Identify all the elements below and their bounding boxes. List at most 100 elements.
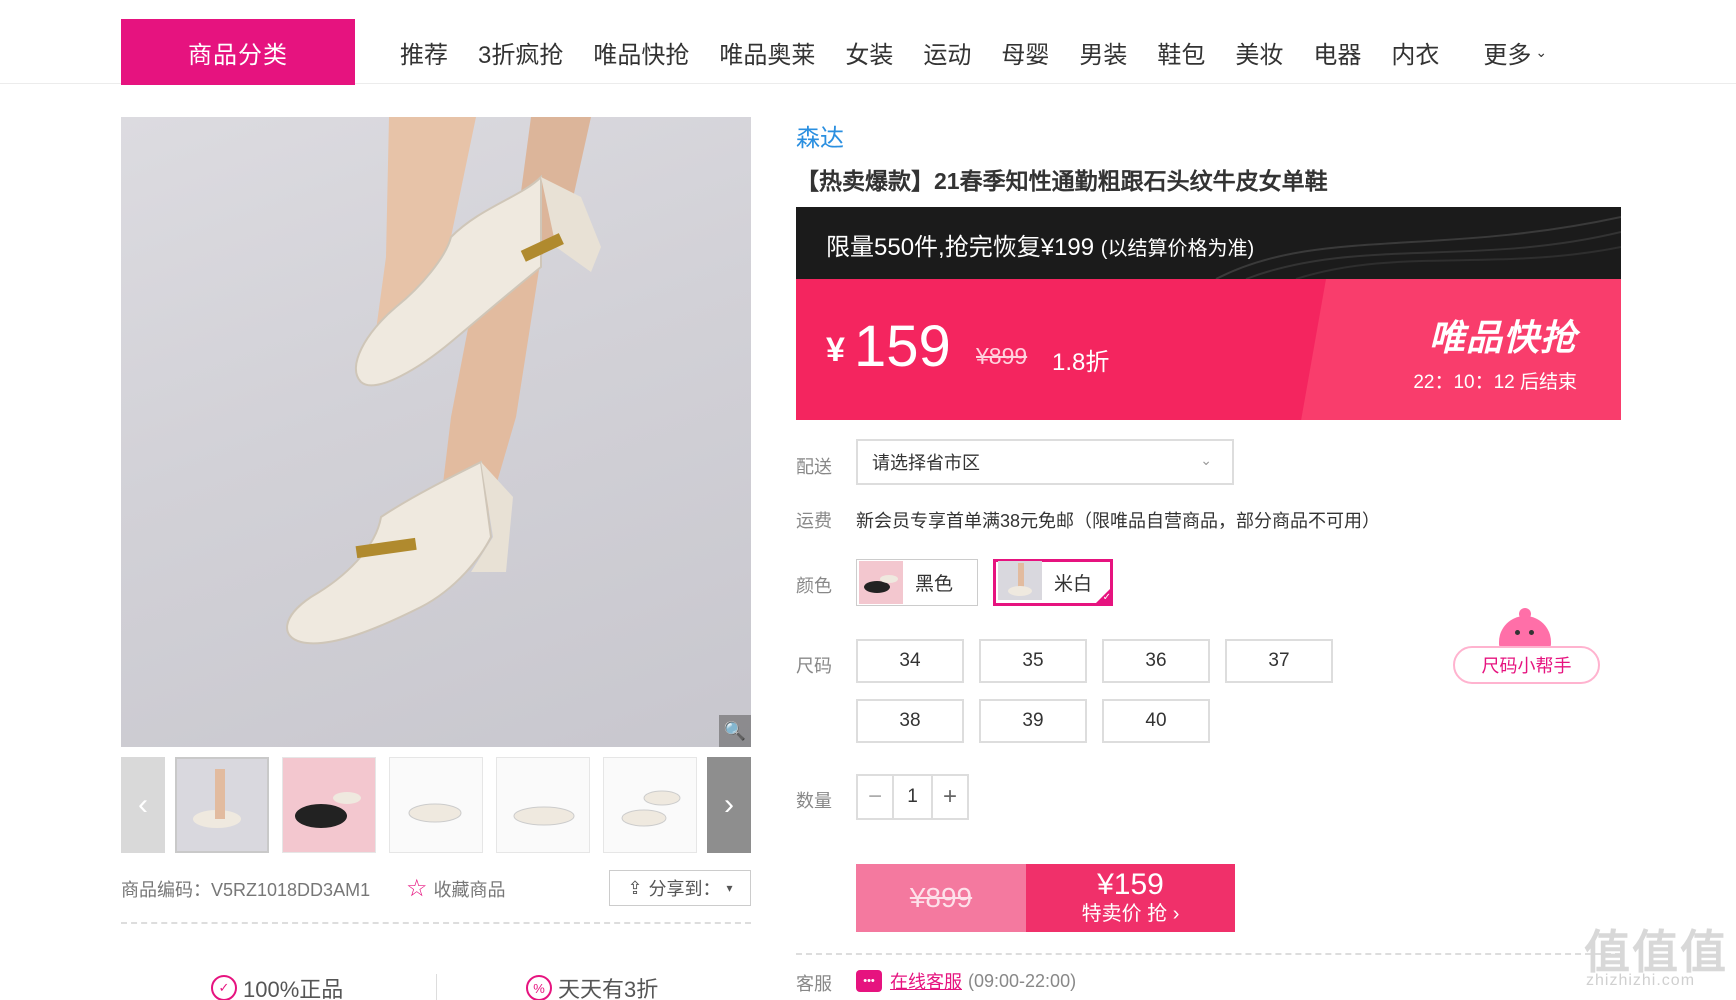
nav-link-underwear[interactable]: 内衣 (1391, 35, 1439, 70)
size-option[interactable]: 39 (979, 699, 1087, 743)
thumbnail-image (390, 758, 482, 852)
limit-note: (以结算价格为准) (1100, 238, 1255, 260)
price-panel: ¥ 159 ¥899 1.8折 唯品快抢 22：10：12 后结束 (796, 279, 1621, 420)
nav-more[interactable]: 更多 ⌄ (1483, 35, 1547, 70)
mascot-icon (1499, 608, 1551, 650)
divider (436, 974, 437, 1000)
size-option[interactable]: 35 (979, 639, 1087, 683)
service-hours: (09:00-22:00) (968, 970, 1077, 991)
nav-link-outlet[interactable]: 唯品奥莱 (719, 35, 815, 70)
nav-link-sports[interactable]: 运动 (923, 35, 971, 70)
buy-sale-section: ¥159 特卖价 抢 › (1026, 864, 1235, 932)
nav-link-shoes-bags[interactable]: 鞋包 (1157, 35, 1205, 70)
mascot-eye (1529, 630, 1534, 635)
guarantee-authentic-label: 100%正品 (243, 977, 344, 1000)
size-option[interactable]: 38 (856, 699, 964, 743)
nav-link-recommend[interactable]: 推荐 (400, 35, 448, 70)
buy-sale-price: ¥159 (1097, 868, 1164, 901)
countdown-timer: 22：10：12 后结束 (1413, 372, 1577, 393)
color-label: 颜色 (796, 576, 832, 596)
nav-link-women[interactable]: 女装 (845, 35, 893, 70)
quantity-increase-button[interactable]: + (933, 776, 967, 818)
brand-link[interactable]: 森达 (796, 118, 844, 153)
thumb-prev-icon[interactable]: ‹ (121, 757, 165, 853)
nav-link-men[interactable]: 男装 (1079, 35, 1127, 70)
delivery-label: 配送 (796, 457, 832, 477)
size-option[interactable]: 34 (856, 639, 964, 683)
buy-button[interactable]: ¥899 ¥159 特卖价 抢 › (856, 864, 1235, 932)
caret-down-icon: ▾ (726, 881, 733, 895)
thumbnail-image (497, 758, 589, 852)
original-price: ¥899 (976, 343, 1028, 369)
divider (796, 953, 1621, 955)
size-label: 尺码 (796, 656, 832, 676)
discount-rate: 1.8折 (1052, 349, 1110, 376)
nav-link-30off[interactable]: 3折疯抢 (478, 35, 563, 70)
shield-icon: ✓ (211, 975, 237, 1000)
nav-links: 推荐 3折疯抢 唯品快抢 唯品奥莱 女装 运动 母婴 男装 鞋包 美妆 电器 内… (400, 19, 1577, 85)
currency-symbol: ¥ (826, 331, 845, 369)
product-title: 【热卖爆款】21春季知性通勤粗跟石头纹牛皮女单鞋 (796, 168, 1328, 194)
thumbnail-image (283, 758, 375, 852)
category-button[interactable]: 商品分类 (121, 19, 355, 85)
limit-text: 限量550件,抢完恢复¥199 (以结算价格为准) (826, 227, 1254, 262)
nav-link-flash[interactable]: 唯品快抢 (593, 35, 689, 70)
nav-more-label: 更多 (1483, 41, 1532, 69)
buy-original-price: ¥899 (856, 864, 1026, 932)
nav-link-appliances[interactable]: 电器 (1313, 35, 1361, 70)
thumbnail-image (177, 759, 267, 851)
color-option-ivory[interactable]: 米白 ✓ (993, 559, 1113, 606)
quantity-input[interactable]: 1 (892, 776, 933, 818)
quantity-decrease-button[interactable]: − (858, 776, 892, 818)
nav-link-baby[interactable]: 母婴 (1001, 35, 1049, 70)
shipping-label: 运费 (796, 511, 832, 531)
size-option[interactable]: 36 (1102, 639, 1210, 683)
guarantee-discount-label: 天天有3折 (558, 977, 659, 1000)
quantity-stepper: − 1 + (856, 774, 969, 820)
color-option-black[interactable]: 黑色 (856, 559, 978, 606)
customer-service: ••• 在线客服 (09:00-22:00) (856, 968, 1076, 994)
share-label: 分享到： (648, 879, 721, 899)
check-icon: ✓ (1094, 587, 1112, 605)
chat-icon: ••• (856, 970, 882, 992)
size-option[interactable]: 40 (1102, 699, 1210, 743)
thumbnail-4[interactable] (496, 757, 590, 853)
share-icon: ⇪ (627, 877, 643, 898)
color-swatch-ivory (998, 561, 1042, 600)
size-helper-button[interactable]: 尺码小帮手 (1453, 608, 1600, 686)
thumbnail-1[interactable] (175, 757, 269, 853)
zoom-icon[interactable]: 🔍 (719, 715, 751, 747)
online-service-link[interactable]: 在线客服 (890, 968, 962, 994)
guarantee-authentic: ✓ 100%正品 (211, 972, 343, 1000)
favorite-button[interactable]: ☆ 收藏商品 (406, 874, 506, 903)
size-option[interactable]: 37 (1225, 639, 1333, 683)
favorite-label: 收藏商品 (433, 879, 506, 900)
thumb-next-icon[interactable]: › (707, 757, 751, 853)
product-meta: 商品编码：V5RZ1018DD3AM1 ☆ 收藏商品 ⇪ 分享到： ▾ (121, 870, 751, 906)
buy-action-label: 特卖价 抢 › (1081, 903, 1180, 925)
thumbnail-image (604, 758, 696, 852)
share-dropdown[interactable]: ⇪ 分享到： ▾ (609, 870, 751, 906)
thumbnail-2[interactable] (282, 757, 376, 853)
thumbnail-3[interactable] (389, 757, 483, 853)
color-option-label: 黑色 (915, 574, 954, 595)
top-nav: 商品分类 推荐 3折疯抢 唯品快抢 唯品奥莱 女装 运动 母婴 男装 鞋包 美妆… (0, 0, 1736, 85)
delivery-select[interactable]: 请选择省市区 ⌄ (856, 439, 1234, 485)
watermark-url: zhizhizhi.com (1586, 972, 1696, 989)
mascot-eye (1515, 630, 1520, 635)
delivery-placeholder: 请选择省市区 (872, 453, 980, 473)
service-label: 客服 (796, 974, 832, 994)
chevron-down-icon: ⌄ (1200, 452, 1212, 468)
quantity-label: 数量 (796, 791, 832, 811)
thumbnail-5[interactable] (603, 757, 697, 853)
thumbnail-strip: ‹ › (121, 757, 751, 853)
chevron-down-icon: ⌄ (1535, 43, 1548, 60)
nav-link-beauty[interactable]: 美妆 (1235, 35, 1283, 70)
color-option-label: 米白 (1054, 574, 1093, 595)
percent-icon: % (526, 975, 552, 1000)
divider (121, 922, 751, 924)
sale-price: 159 (854, 314, 951, 379)
limit-main: 限量550件,抢完恢复¥199 (826, 234, 1095, 261)
flash-sale-title: 唯品快抢 (1428, 317, 1577, 358)
product-main-image[interactable]: 🔍 (121, 117, 751, 747)
